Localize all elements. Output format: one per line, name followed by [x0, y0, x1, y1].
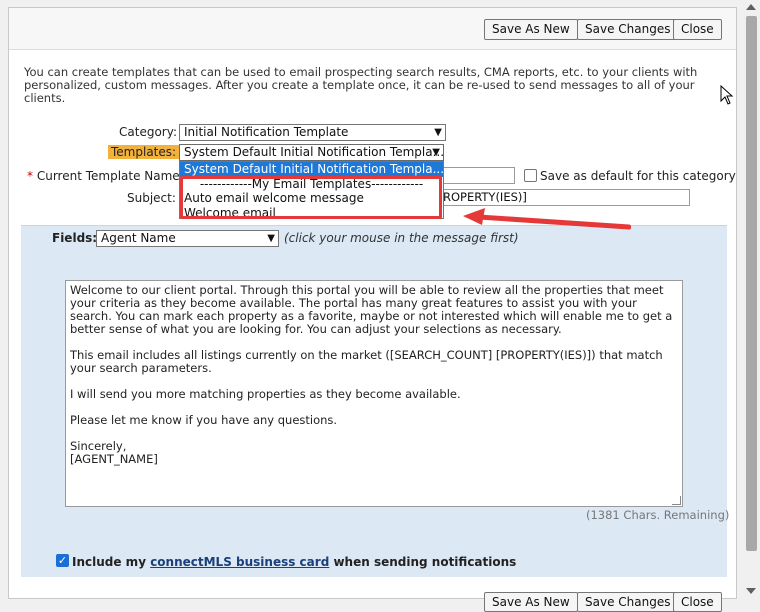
close-button-bottom[interactable]: Close: [673, 592, 722, 612]
save-as-new-button[interactable]: Save As New: [484, 19, 578, 40]
close-button[interactable]: Close: [673, 19, 722, 40]
fields-value: Agent Name: [101, 231, 176, 245]
scroll-down-icon[interactable]: [746, 588, 756, 594]
message-paragraph: This email includes all listings current…: [70, 348, 663, 375]
message-paragraph: Welcome to our client portal. Through th…: [70, 283, 673, 336]
chevron-down-icon: ▼: [267, 233, 275, 244]
message-paragraph: Please let me know if you have any quest…: [70, 413, 338, 427]
template-name-label: * Current Template Name:: [27, 169, 184, 183]
dropdown-option: ------------My Email Templates----------…: [199, 176, 424, 191]
mouse-cursor-icon: [720, 85, 734, 105]
scroll-thumb[interactable]: [746, 16, 757, 551]
message-textarea[interactable]: Welcome to our client portal. Through th…: [65, 280, 683, 507]
chevron-down-icon: ▼: [432, 147, 440, 158]
include-card-checkbox[interactable]: ✓: [56, 554, 69, 567]
save-default-checkbox[interactable]: [524, 169, 537, 182]
category-label: Category:: [119, 125, 177, 139]
templates-dropdown-list: System Default Initial Notification Temp…: [179, 161, 444, 219]
save-default-label: Save as default for this category: [540, 169, 736, 183]
scroll-up-icon[interactable]: [746, 4, 756, 10]
message-paragraph: I will send you more matching properties…: [70, 387, 461, 401]
template-dialog: Save As New Save Changes Close You can c…: [8, 7, 737, 612]
templates-select[interactable]: System Default Initial Notification Temp…: [179, 144, 444, 161]
subject-label: Subject:: [127, 191, 176, 205]
intro-text: You can create templates that can be use…: [24, 65, 698, 105]
include-prefix: Include my: [72, 555, 151, 569]
dropdown-option[interactable]: System Default Initial Notification Temp…: [180, 162, 443, 177]
include-card-label: Include my connectMLS business card when…: [72, 555, 516, 569]
templates-label: Templates:: [108, 145, 180, 159]
fields-select[interactable]: Agent Name ▼: [96, 230, 279, 247]
template-name-label-text: Current Template Name:: [36, 169, 184, 183]
resize-handle[interactable]: [672, 496, 681, 505]
save-changes-button-bottom[interactable]: Save Changes: [577, 592, 679, 612]
dropdown-option[interactable]: Auto email welcome message: [180, 191, 443, 206]
templates-value: System Default Initial Notification Temp…: [184, 145, 444, 159]
category-select[interactable]: Initial Notification Template ▼: [179, 124, 446, 141]
fields-hint: (click your mouse in the message first): [284, 231, 519, 245]
dropdown-option[interactable]: Welcome email: [180, 206, 443, 221]
chars-remaining: (1381 Chars. Remaining): [586, 508, 730, 522]
fields-label: Fields:: [52, 231, 98, 245]
category-value: Initial Notification Template: [184, 125, 349, 139]
vertical-scrollbar[interactable]: [743, 0, 760, 599]
include-suffix: when sending notifications: [329, 555, 517, 569]
save-changes-button[interactable]: Save Changes: [577, 19, 679, 40]
required-mark: *: [27, 169, 33, 183]
business-card-link[interactable]: connectMLS business card: [150, 555, 329, 569]
message-signoff: Sincerely,: [70, 439, 127, 453]
save-as-new-button-bottom[interactable]: Save As New: [484, 592, 578, 612]
message-signature: [AGENT_NAME]: [70, 452, 158, 466]
chevron-down-icon: ▼: [434, 127, 442, 138]
top-toolbar: Save As New Save Changes Close: [9, 8, 736, 50]
